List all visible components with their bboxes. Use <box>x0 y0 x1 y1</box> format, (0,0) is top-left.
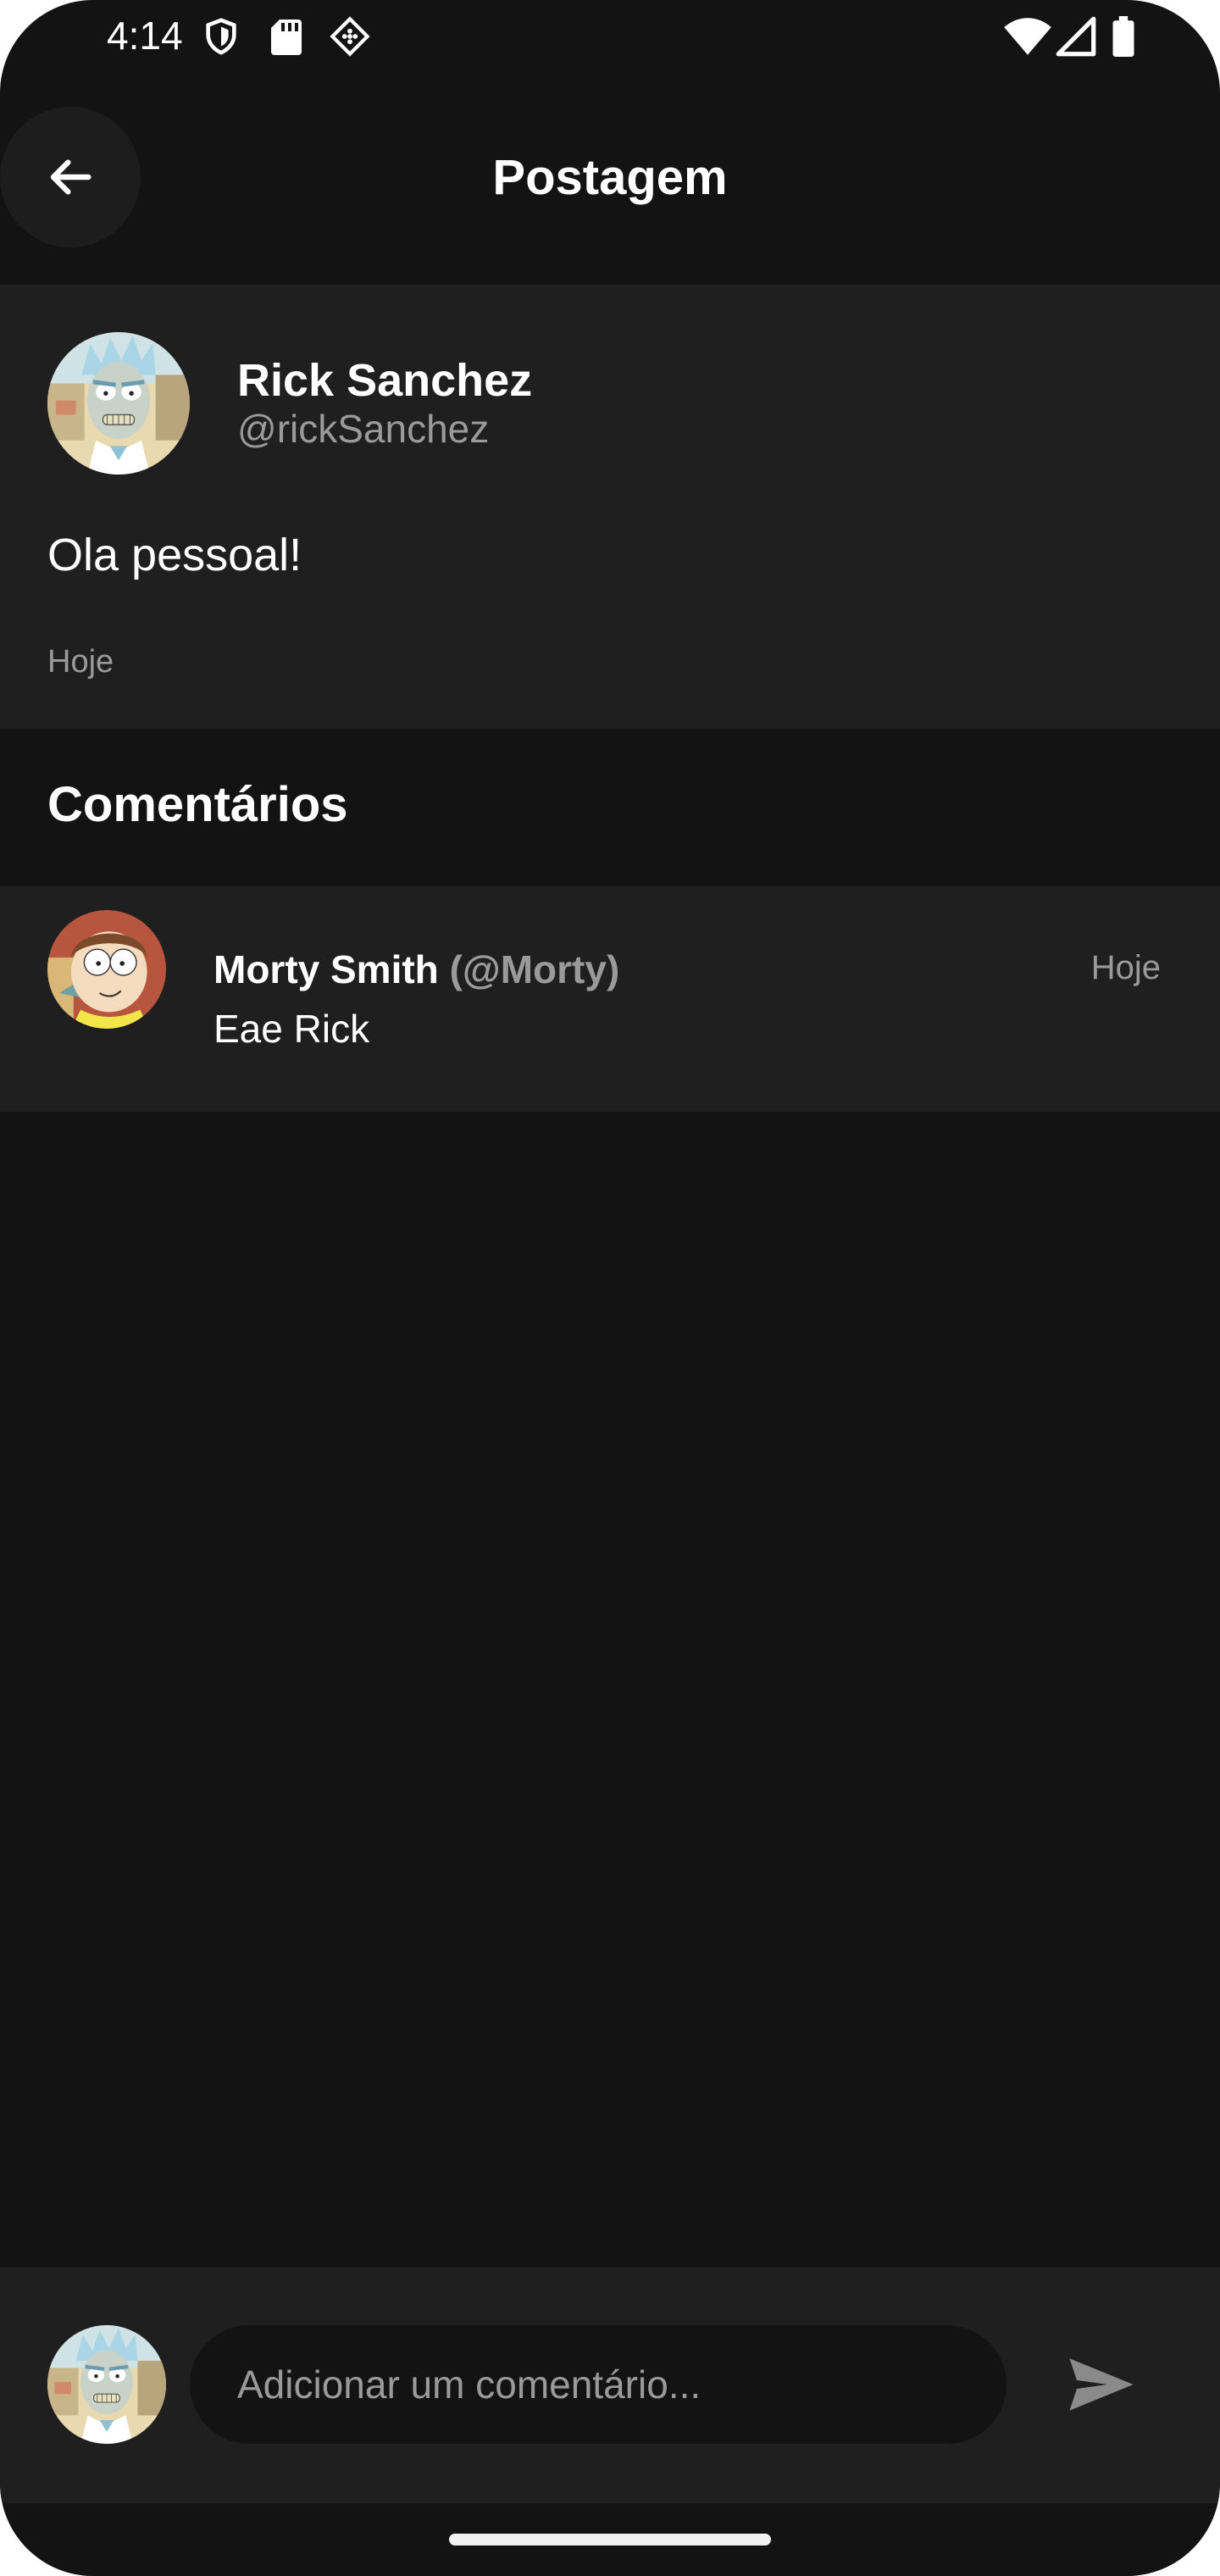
comment-item[interactable]: Morty Smith (@Morty) Hoje Eae Rick <box>0 886 1220 1112</box>
signal-icon <box>1056 16 1096 57</box>
app-bar: Postagem <box>0 73 1220 285</box>
shield-icon <box>206 18 236 55</box>
comment-author-avatar[interactable] <box>47 910 166 1029</box>
sd-card-icon <box>271 19 302 55</box>
navigation-bar <box>0 2503 1220 2576</box>
home-indicator[interactable] <box>449 2534 771 2545</box>
comment-input[interactable] <box>190 2325 1006 2444</box>
battery-icon <box>1112 16 1134 57</box>
wifi-icon <box>1004 18 1051 55</box>
rick-avatar-image <box>47 332 190 475</box>
phone-screen: 4:14 Postagem Rick Sanchez @rickSanchez … <box>0 0 1220 2576</box>
post-author-name: Rick Sanchez <box>237 355 533 406</box>
current-user-avatar[interactable] <box>47 2325 166 2444</box>
rick-avatar-image <box>47 2325 166 2444</box>
comment-date: Hoje <box>1090 949 1161 986</box>
send-icon <box>1069 2358 1134 2411</box>
comment-text: Eae Rick <box>214 1007 370 1051</box>
morty-avatar-image <box>47 910 166 1029</box>
status-bar: 4:14 <box>0 0 1220 73</box>
comments-title: Comentários <box>47 777 348 832</box>
post-date: Hoje <box>47 644 114 680</box>
comment-author-handle: (@Morty) <box>449 947 620 991</box>
page-title: Postagem <box>492 150 728 205</box>
comment-composer <box>0 2268 1220 2503</box>
app-notification-icon <box>330 16 370 57</box>
comment-header: Morty Smith (@Morty) <box>214 946 619 993</box>
post-text: Ola pessoal! <box>47 530 302 580</box>
post-author-avatar[interactable] <box>47 332 190 475</box>
post-author-handle: @rickSanchez <box>237 407 490 451</box>
post-card: Rick Sanchez @rickSanchez Ola pessoal! H… <box>0 285 1220 729</box>
send-button[interactable] <box>1054 2342 1149 2427</box>
comment-author-name: Morty Smith <box>214 947 439 991</box>
status-time: 4:14 <box>107 14 183 58</box>
